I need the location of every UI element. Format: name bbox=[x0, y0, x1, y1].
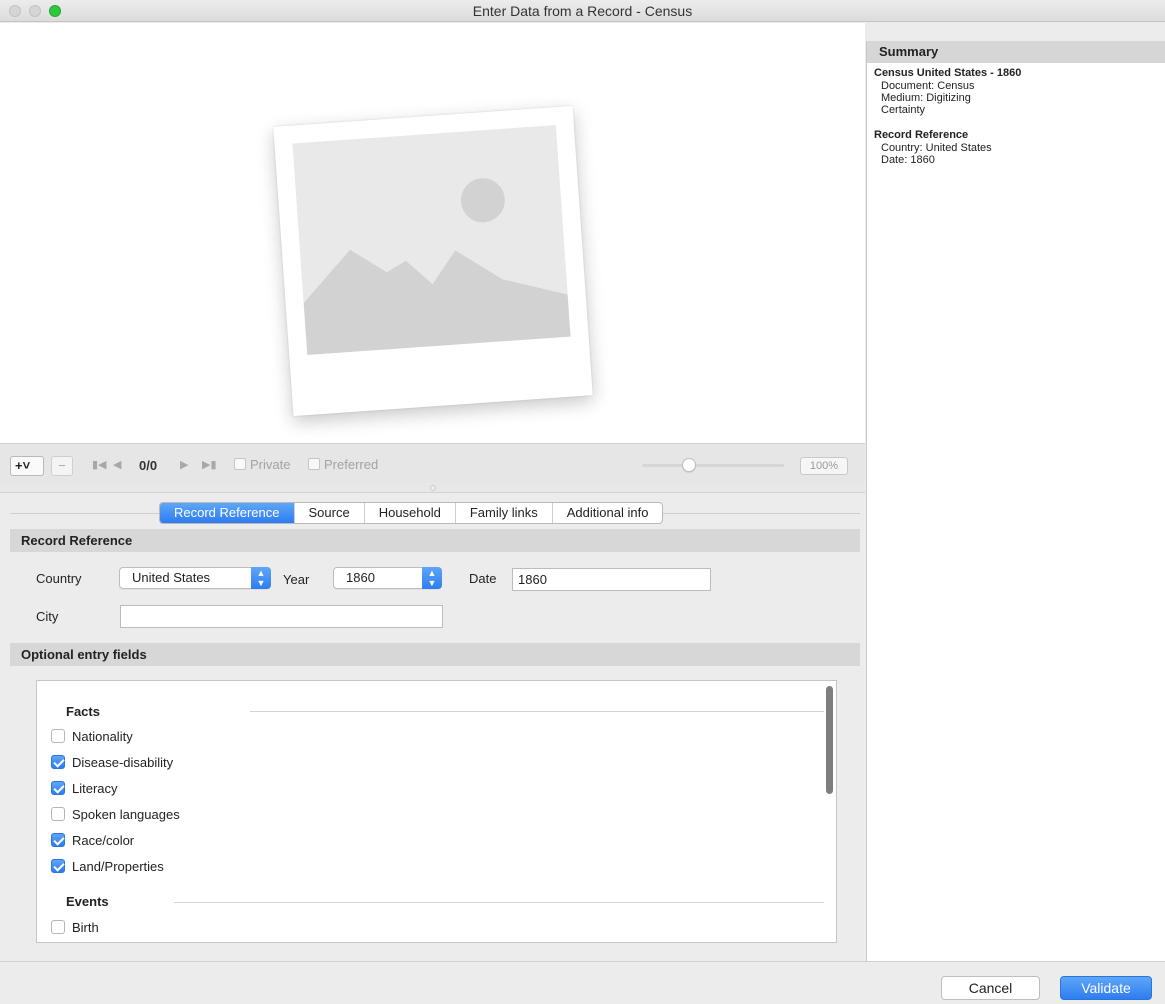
preferred-checkbox[interactable] bbox=[308, 458, 320, 470]
year-value: 1860 bbox=[346, 570, 375, 585]
events-divider bbox=[174, 902, 824, 903]
record-reference-header: Record Reference bbox=[10, 529, 860, 552]
zoom-slider-knob[interactable] bbox=[682, 458, 696, 472]
private-checkbox[interactable] bbox=[234, 458, 246, 470]
fact-literacy[interactable]: Literacy bbox=[51, 779, 118, 797]
spoken-languages-checkbox[interactable] bbox=[51, 807, 65, 821]
updown-chevron-icon: ▲ ▼ bbox=[251, 567, 271, 589]
summary-source-title: Census United States - 1860 bbox=[874, 67, 1022, 79]
land-properties-checkbox[interactable] bbox=[51, 859, 65, 873]
tab-record-reference[interactable]: Record Reference bbox=[160, 503, 294, 523]
date-label: Date bbox=[469, 571, 497, 586]
summary-source-line: Certainty bbox=[881, 104, 926, 116]
optional-list-scrollbar[interactable] bbox=[826, 686, 833, 794]
tab-additional-info[interactable]: Additional info bbox=[551, 503, 663, 523]
private-label: Private bbox=[250, 457, 291, 472]
media-viewer[interactable] bbox=[0, 23, 865, 443]
pane-splitter[interactable] bbox=[0, 483, 865, 493]
fact-spoken-languages[interactable]: Spoken languages bbox=[51, 805, 180, 823]
summary-panel bbox=[866, 41, 1165, 961]
media-counter: 0/0 bbox=[139, 458, 158, 473]
media-toolbar: +˅ − ▮◀ ◀ 0/0 ▶ ▶▮ Private Preferred 100… bbox=[0, 443, 865, 483]
fact-race-color[interactable]: Race/color bbox=[51, 831, 134, 849]
summary-ref-line: Country: United States bbox=[881, 142, 992, 154]
nationality-checkbox[interactable] bbox=[51, 729, 65, 743]
literacy-checkbox[interactable] bbox=[51, 781, 65, 795]
cancel-button[interactable]: Cancel bbox=[941, 976, 1040, 1000]
updown-chevron-icon: ▲ ▼ bbox=[422, 567, 442, 589]
city-label: City bbox=[36, 609, 59, 624]
fact-nationality[interactable]: Nationality bbox=[51, 727, 133, 745]
country-select[interactable]: United States ▲ ▼ bbox=[119, 567, 271, 589]
title-bar: Enter Data from a Record - Census bbox=[0, 0, 1165, 22]
summary-ref-line: Date: 1860 bbox=[881, 154, 935, 166]
facts-divider bbox=[250, 711, 824, 712]
image-placeholder-icon bbox=[273, 105, 593, 417]
tab-source[interactable]: Source bbox=[293, 503, 364, 523]
previous-media-icon[interactable]: ◀ bbox=[113, 458, 121, 471]
last-media-icon[interactable]: ▶▮ bbox=[202, 458, 217, 471]
country-label: Country bbox=[36, 571, 82, 586]
date-field[interactable]: 1860 bbox=[512, 568, 711, 591]
optional-fields-header: Optional entry fields bbox=[10, 643, 860, 666]
race-color-checkbox[interactable] bbox=[51, 833, 65, 847]
first-media-icon[interactable]: ▮◀ bbox=[92, 458, 107, 471]
zoom-slider[interactable] bbox=[642, 464, 784, 467]
event-birth[interactable]: Birth bbox=[51, 918, 99, 936]
splitter-handle-icon[interactable] bbox=[430, 485, 436, 491]
preferred-label: Preferred bbox=[324, 457, 379, 472]
tab-bar: Record Reference Source Household Family… bbox=[159, 502, 664, 524]
country-value: United States bbox=[132, 570, 211, 585]
fact-disease-disability[interactable]: Disease-disability bbox=[51, 753, 173, 771]
summary-source-line: Medium: Digitizing bbox=[881, 92, 971, 104]
add-media-button[interactable]: +˅ bbox=[10, 456, 44, 476]
tab-household[interactable]: Household bbox=[363, 503, 455, 523]
validate-button[interactable]: Validate bbox=[1060, 976, 1152, 1000]
fact-land-properties[interactable]: Land/Properties bbox=[51, 857, 164, 875]
next-media-icon[interactable]: ▶ bbox=[180, 458, 188, 471]
summary-source-line: Document: Census bbox=[881, 80, 975, 92]
optional-fields-list[interactable]: Facts Nationality Disease-disability Lit… bbox=[36, 680, 837, 943]
city-field[interactable] bbox=[120, 605, 443, 628]
window-title: Enter Data from a Record - Census bbox=[472, 3, 693, 19]
disease-disability-checkbox[interactable] bbox=[51, 755, 65, 769]
data-entry-window: Enter Data from a Record - Census +˅ − ▮… bbox=[0, 0, 1165, 1004]
year-select[interactable]: 1860 ▲ ▼ bbox=[333, 567, 442, 589]
tab-family-links[interactable]: Family links bbox=[454, 503, 552, 523]
facts-group-title: Facts bbox=[66, 704, 100, 719]
events-group-title: Events bbox=[66, 894, 109, 909]
remove-media-button[interactable]: − bbox=[51, 456, 73, 476]
zoom-field[interactable]: 100% bbox=[800, 457, 848, 475]
summary-ref-title: Record Reference bbox=[874, 129, 969, 141]
birth-checkbox[interactable] bbox=[51, 920, 65, 934]
year-label: Year bbox=[283, 572, 310, 587]
summary-header: Summary bbox=[866, 41, 1165, 63]
